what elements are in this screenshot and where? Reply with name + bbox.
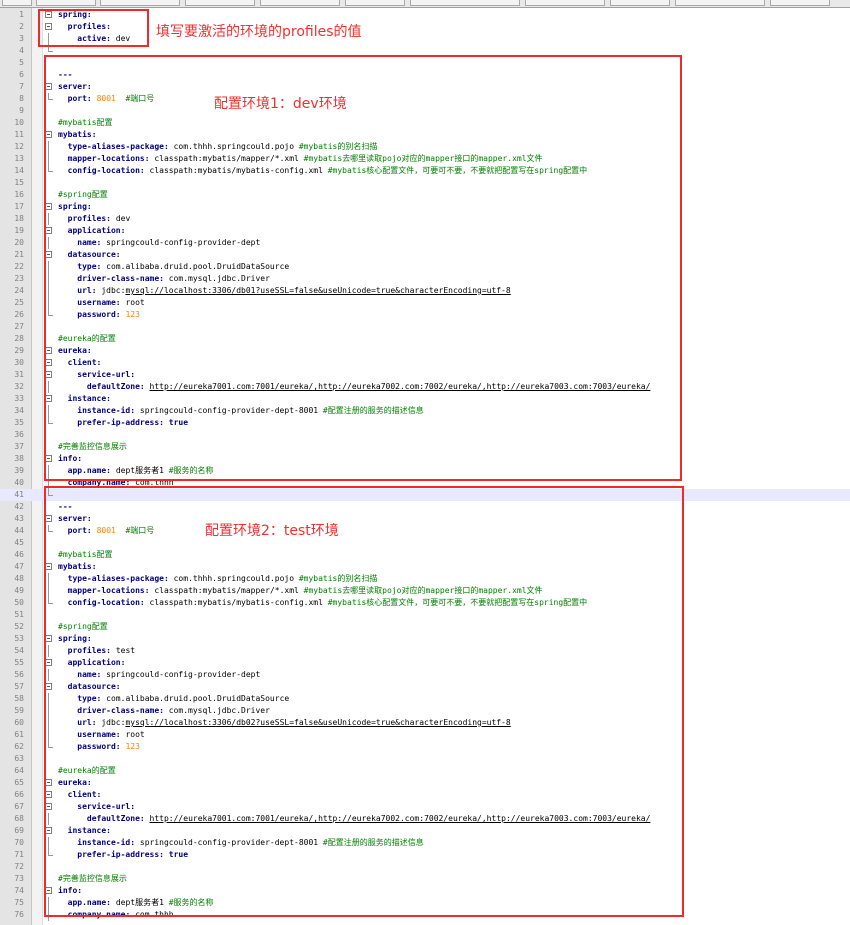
- line-number: 48: [14, 574, 24, 583]
- line-number: 32: [14, 382, 24, 391]
- line-number: 29: [14, 346, 24, 355]
- line-number: 3: [19, 34, 24, 43]
- line-number: 60: [14, 718, 24, 727]
- line-number: 51: [14, 610, 24, 619]
- line-number: 72: [14, 862, 24, 871]
- line-number: 50: [14, 598, 24, 607]
- line-number: 8: [19, 94, 24, 103]
- line-number: 57: [14, 682, 24, 691]
- line-number: 2: [19, 22, 24, 31]
- line-number: 28: [14, 334, 24, 343]
- line-number: 40: [14, 478, 24, 487]
- line-number: 61: [14, 730, 24, 739]
- document-tab[interactable]: [345, 0, 405, 6]
- line-number: 43: [14, 514, 24, 523]
- line-number: 17: [14, 202, 24, 211]
- line-number: 11: [14, 130, 24, 139]
- line-number: 33: [14, 394, 24, 403]
- line-number: 23: [14, 274, 24, 283]
- document-tab[interactable]: [185, 0, 255, 6]
- document-tab-bar[interactable]: [0, 0, 850, 8]
- line-number: 7: [19, 82, 24, 91]
- document-tab[interactable]: [770, 0, 830, 6]
- line-number: 69: [14, 826, 24, 835]
- line-number: 67: [14, 802, 24, 811]
- line-number: 15: [14, 178, 24, 187]
- line-number: 47: [14, 562, 24, 571]
- line-number: 16: [14, 190, 24, 199]
- document-tab[interactable]: [2, 0, 32, 6]
- line-number: 31: [14, 370, 24, 379]
- document-tab[interactable]: [610, 0, 670, 6]
- line-number: 25: [14, 298, 24, 307]
- env1-note: 配置环境1：dev环境: [214, 96, 347, 112]
- line-number: 53: [14, 634, 24, 643]
- line-number: 18: [14, 214, 24, 223]
- line-number: 76: [14, 910, 24, 919]
- line-number: 30: [14, 358, 24, 367]
- line-number: 63: [14, 754, 24, 763]
- line-number: 6: [19, 70, 24, 79]
- line-number: 62: [14, 742, 24, 751]
- profiles-highlight-box: [38, 9, 149, 47]
- line-number: 74: [14, 886, 24, 895]
- line-number: 13: [14, 154, 24, 163]
- profiles-note: 填写要激活的环境的profiles的值: [156, 24, 362, 40]
- line-number: 10: [14, 118, 24, 127]
- line-number: 37: [14, 442, 24, 451]
- line-number: 52: [14, 622, 24, 631]
- line-number: 38: [14, 454, 24, 463]
- line-number: 49: [14, 586, 24, 595]
- line-number: 45: [14, 538, 24, 547]
- line-number: 58: [14, 694, 24, 703]
- line-number: 34: [14, 406, 24, 415]
- line-number: 20: [14, 238, 24, 247]
- env2-note: 配置环境2：test环境: [205, 523, 339, 539]
- line-number: 56: [14, 670, 24, 679]
- line-number: 26: [14, 310, 24, 319]
- line-number: 21: [14, 250, 24, 259]
- line-number: 24: [14, 286, 24, 295]
- document-tab[interactable]: [525, 0, 605, 6]
- line-number: 71: [14, 850, 24, 859]
- line-number: 14: [14, 166, 24, 175]
- line-number: 39: [14, 466, 24, 475]
- line-number: 66: [14, 790, 24, 799]
- env2-highlight-box: [44, 486, 684, 917]
- line-number: 64: [14, 766, 24, 775]
- line-number: 70: [14, 838, 24, 847]
- line-number: 9: [19, 106, 24, 115]
- document-tab[interactable]: [260, 0, 340, 6]
- line-number: 54: [14, 646, 24, 655]
- document-tab[interactable]: [675, 0, 765, 6]
- line-number: 42: [14, 502, 24, 511]
- document-tab[interactable]: [410, 0, 520, 6]
- line-number: 68: [14, 814, 24, 823]
- line-number: 44: [14, 526, 24, 535]
- line-number: 73: [14, 874, 24, 883]
- line-number: 55: [14, 658, 24, 667]
- line-number: 65: [14, 778, 24, 787]
- document-tab[interactable]: [36, 0, 96, 6]
- line-number: 19: [14, 226, 24, 235]
- line-number: 27: [14, 322, 24, 331]
- line-number: 35: [14, 418, 24, 427]
- env1-highlight-box: [44, 55, 682, 481]
- line-number: 5: [19, 58, 24, 67]
- line-number: 46: [14, 550, 24, 559]
- document-tab[interactable]: [100, 0, 180, 6]
- line-number: 4: [19, 46, 24, 55]
- line-number: 75: [14, 898, 24, 907]
- line-number: 41: [14, 490, 24, 499]
- line-number: 59: [14, 706, 24, 715]
- line-number: 1: [19, 10, 24, 19]
- line-number: 36: [14, 430, 24, 439]
- line-number: 12: [14, 142, 24, 151]
- line-number: 22: [14, 262, 24, 271]
